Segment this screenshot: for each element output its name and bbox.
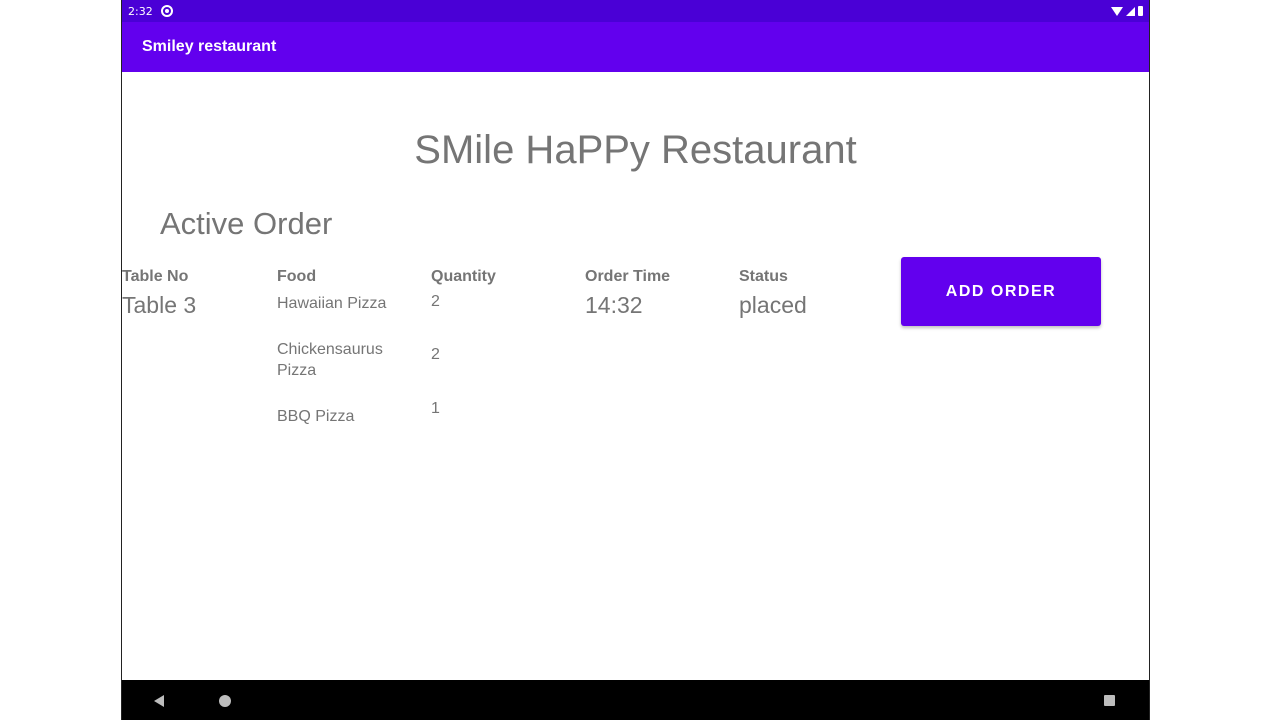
food-item: Chickensaurus Pizza (277, 341, 383, 379)
status-value: placed (739, 292, 807, 318)
food-column: Food Hawaiian Pizza Chickensaurus Pizza … (277, 268, 417, 425)
add-order-button[interactable]: ADD ORDER (901, 257, 1101, 326)
quantity-item: 2 (431, 293, 440, 310)
table-no-header: Table No (122, 268, 189, 285)
order-time-column: Order Time 14:32 (585, 268, 670, 319)
order-time-header: Order Time (585, 268, 671, 285)
order-time-value: 14:32 (585, 292, 643, 318)
food-item: Hawaiian Pizza (277, 295, 387, 312)
table-no-column: Table No Table 3 (122, 268, 196, 319)
app-title: Smiley restaurant (142, 38, 277, 55)
table-no-value: Table 3 (122, 292, 197, 318)
home-icon[interactable] (219, 695, 231, 707)
signal-icon (1126, 6, 1135, 16)
food-item: BBQ Pizza (277, 408, 355, 425)
back-icon[interactable] (154, 695, 164, 707)
status-header: Status (739, 268, 788, 285)
status-icons (1111, 6, 1143, 16)
status-column: Status placed (739, 268, 807, 319)
main-content: SMile HaPPy Restaurant Active Order Tabl… (122, 72, 1149, 680)
status-time: 2:32 (128, 4, 153, 18)
restaurant-title: SMile HaPPy Restaurant (414, 128, 857, 172)
navigation-bar (122, 680, 1149, 720)
quantity-header: Quantity (431, 268, 496, 285)
quantity-item: 2 (431, 346, 440, 363)
recents-icon[interactable] (1104, 695, 1115, 706)
quantity-item: 1 (431, 400, 440, 417)
wifi-icon (1111, 6, 1123, 16)
food-header: Food (277, 268, 317, 285)
quantity-column: Quantity 2 2 1 (431, 268, 496, 417)
status-bar: 2:32 (122, 0, 1149, 22)
device-screen: 2:32 Smiley restaurant SMile HaPPy Resta… (121, 0, 1150, 720)
battery-icon (1138, 6, 1143, 16)
app-bar: Smiley restaurant (122, 22, 1149, 72)
section-title: Active Order (160, 206, 333, 241)
sync-icon (160, 5, 173, 17)
